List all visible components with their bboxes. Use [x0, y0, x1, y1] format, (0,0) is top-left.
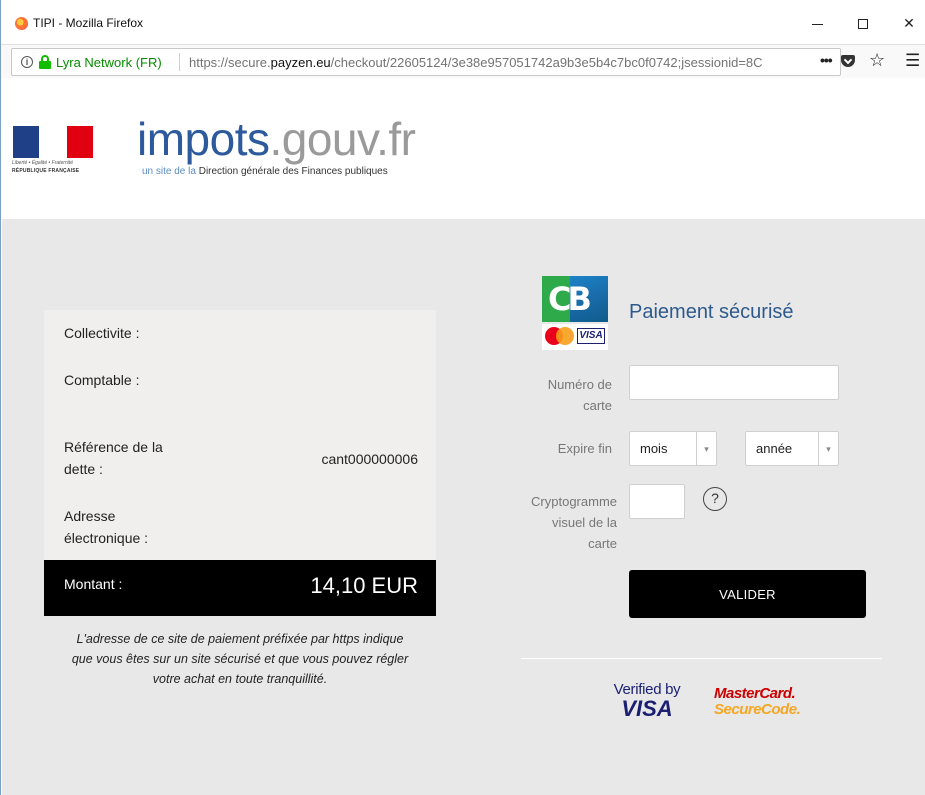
- main-content: Collectivite : Comptable : Référence de …: [2, 219, 925, 795]
- browser-window: TIPI - Mozilla Firefox ✕ i Lyra Network …: [0, 0, 925, 795]
- cvv-label-line1: Cryptogramme: [531, 494, 617, 509]
- mcsc-top-text: MasterCard.: [714, 685, 796, 702]
- page-actions-icon[interactable]: •••: [820, 52, 833, 68]
- cvv-input[interactable]: [629, 484, 685, 519]
- tagline-dark: Direction générale des Finances publique…: [198, 166, 388, 177]
- title-bar: TIPI - Mozilla Firefox ✕: [1, 0, 925, 44]
- firefox-icon: [15, 17, 28, 30]
- year-select[interactable]: année ▾: [745, 431, 839, 466]
- info-icon[interactable]: i: [21, 56, 33, 68]
- help-icon[interactable]: ?: [703, 487, 727, 511]
- collectivite-label: Collectivite :: [64, 325, 140, 341]
- secure-note-line1: L'adresse de ce site de paiement préfixé…: [76, 632, 404, 646]
- secure-note-line3: votre achat en toute tranquillité.: [152, 672, 328, 686]
- tagline-light: un site de la: [142, 166, 196, 177]
- email-label-line1: Adresse: [64, 508, 116, 524]
- card-number-label: Numéro de carte: [532, 374, 612, 416]
- logo-motto: Liberté • Égalité • Fraternité: [12, 160, 74, 166]
- site-identity[interactable]: Lyra Network (FR): [56, 55, 162, 70]
- cvv-label-line2: visuel de la: [551, 515, 617, 530]
- menu-icon[interactable]: ☰: [905, 51, 920, 71]
- url-bar[interactable]: i Lyra Network (FR) https://secure.payze…: [11, 48, 841, 76]
- window-title: TIPI - Mozilla Firefox: [33, 16, 144, 30]
- site-brand[interactable]: impots.gouv.fr: [137, 112, 416, 166]
- pocket-icon[interactable]: [841, 55, 855, 67]
- minimize-icon: [811, 23, 823, 25]
- site-tagline: un site de la Direction générale des Fin…: [142, 166, 388, 177]
- amount-bar: Montant : 14,10 EUR: [44, 560, 436, 616]
- logo-republique: RÉPUBLIQUE FRANÇAISE: [12, 168, 80, 174]
- site-header: Liberté • Égalité • Fraternité RÉPUBLIQU…: [2, 78, 925, 219]
- star-icon[interactable]: ☆: [869, 50, 885, 71]
- accepted-cards: VISA: [542, 324, 608, 350]
- url-text[interactable]: https://secure.payzen.eu/checkout/226051…: [189, 55, 809, 70]
- flag-icon: [13, 126, 93, 158]
- mastercard-icon: [545, 327, 575, 345]
- close-icon: ✕: [903, 15, 915, 31]
- marianne-logo: Liberté • Égalité • Fraternité RÉPUBLIQU…: [12, 126, 94, 186]
- cb-logo-top: CB: [542, 276, 608, 322]
- url-path: /checkout/22605124/3e38e957051742a9b3e5b…: [330, 55, 763, 70]
- month-select[interactable]: mois ▾: [629, 431, 717, 466]
- minimize-button[interactable]: [794, 8, 840, 38]
- amount-value: 14,10 EUR: [310, 573, 418, 598]
- brand-impots: impots: [137, 113, 270, 165]
- maximize-button[interactable]: [840, 8, 886, 38]
- card-number-input[interactable]: [629, 365, 839, 400]
- card-number-label-line1: Numéro de: [547, 377, 612, 392]
- divider: [521, 658, 882, 659]
- vbv-bottom-text: VISA: [621, 696, 673, 721]
- month-selected: mois: [640, 441, 668, 456]
- url-prefix: https://secure.: [189, 55, 271, 70]
- chevron-down-icon: ▾: [696, 432, 716, 465]
- secure-note: L'adresse de ce site de paiement préfixé…: [44, 629, 436, 689]
- url-domain: payzen.eu: [270, 55, 331, 70]
- email-label-line2: électronique :: [64, 530, 149, 546]
- reference-value: cant000000006: [321, 451, 418, 467]
- submit-button[interactable]: VALIDER: [629, 570, 866, 618]
- cb-letters: CB: [548, 280, 592, 318]
- card-number-label-line2: carte: [583, 398, 612, 413]
- maximize-icon: [858, 19, 868, 30]
- reference-label-line2: dette :: [64, 461, 103, 477]
- amount-label: Montant :: [64, 576, 123, 592]
- cvv-label: Cryptogramme visuel de la carte: [512, 491, 617, 554]
- verified-by-visa-logo: Verified by VISA: [602, 681, 692, 720]
- cb-card-logo: CB VISA: [542, 276, 608, 350]
- mastercard-securecode-logo: MasterCard. SecureCode.: [714, 685, 814, 718]
- brand-gouv: gouv.fr: [281, 113, 416, 165]
- payment-summary: Collectivite : Comptable : Référence de …: [44, 310, 436, 616]
- reference-label-line1: Référence de la: [64, 439, 163, 455]
- visa-icon: VISA: [577, 328, 605, 344]
- reference-label: Référence de la dette :: [64, 436, 163, 480]
- close-button[interactable]: ✕: [886, 8, 925, 38]
- mcsc-bottom-text: SecureCode.: [714, 701, 801, 718]
- chevron-down-icon: ▾: [818, 432, 838, 465]
- email-label: Adresse électronique :: [64, 505, 148, 549]
- lock-icon[interactable]: [39, 55, 51, 69]
- navigation-bar: i Lyra Network (FR) https://secure.payze…: [1, 44, 925, 78]
- cvv-label-line3: carte: [588, 536, 617, 551]
- brand-dot: .: [269, 113, 282, 165]
- year-selected: année: [756, 441, 793, 456]
- expire-label: Expire fin: [557, 441, 612, 456]
- secure-note-line2: que vous êtes sur un site sécurisé et qu…: [71, 652, 409, 666]
- comptable-label: Comptable :: [64, 372, 140, 388]
- payment-title: Paiement sécurisé: [629, 301, 794, 323]
- url-separator: [179, 53, 180, 71]
